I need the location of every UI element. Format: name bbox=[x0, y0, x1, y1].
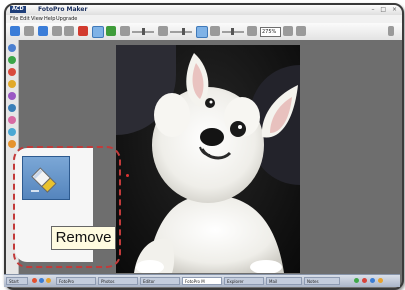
tool-d-icon[interactable] bbox=[8, 80, 16, 88]
minimize-button[interactable]: – bbox=[371, 6, 374, 13]
select-tool-icon[interactable] bbox=[92, 26, 104, 38]
task-item[interactable]: Photos bbox=[98, 277, 138, 285]
quicklaunch-icon-b[interactable] bbox=[39, 278, 44, 283]
undo-icon[interactable] bbox=[52, 26, 62, 36]
hand-icon[interactable] bbox=[296, 26, 306, 36]
fit-icon[interactable] bbox=[283, 26, 293, 36]
redo-icon[interactable] bbox=[64, 26, 74, 36]
zoom-select[interactable]: 275% bbox=[260, 27, 281, 37]
brush-icon[interactable] bbox=[120, 26, 130, 36]
tool-h-icon[interactable] bbox=[8, 128, 16, 136]
new-icon[interactable] bbox=[10, 26, 20, 36]
tray-icon-d[interactable] bbox=[378, 278, 383, 283]
tool-e-icon[interactable] bbox=[8, 92, 16, 100]
dog-illustration bbox=[134, 53, 298, 273]
quicklaunch-icon-c[interactable] bbox=[46, 278, 51, 283]
window-controls: – □ × bbox=[367, 5, 397, 15]
menu-file[interactable]: File bbox=[10, 15, 18, 23]
toolbar: 275% bbox=[6, 23, 402, 41]
magnify-tool-icon[interactable] bbox=[196, 26, 208, 38]
highlight-callout bbox=[13, 146, 121, 268]
start-button[interactable]: Start bbox=[6, 277, 28, 285]
tool-g-icon[interactable] bbox=[8, 116, 16, 124]
app-title: FotoPro Maker bbox=[38, 6, 88, 13]
zoom-slider[interactable] bbox=[222, 28, 244, 35]
brush-size-slider[interactable] bbox=[132, 28, 154, 35]
tool-f-icon[interactable] bbox=[8, 104, 16, 112]
brush-size-knob[interactable] bbox=[142, 28, 145, 35]
taskbar: Start FotoPro Photos Editor FotoPro M Ex… bbox=[4, 274, 400, 287]
tool-a-icon[interactable] bbox=[8, 44, 16, 52]
menu-upgrade[interactable]: Upgrade bbox=[56, 15, 77, 23]
tray-icon-a[interactable] bbox=[354, 278, 359, 283]
close-button[interactable]: × bbox=[392, 6, 397, 13]
quicklaunch-icon-a[interactable] bbox=[32, 278, 37, 283]
zoom-knob[interactable] bbox=[231, 28, 234, 35]
tray-icon-b[interactable] bbox=[362, 278, 367, 283]
task-item[interactable]: FotoPro bbox=[56, 277, 96, 285]
app-logo: ACD bbox=[10, 6, 26, 13]
cursor-marker bbox=[126, 174, 129, 177]
menu-view[interactable]: View bbox=[31, 15, 43, 23]
tool-c-icon[interactable] bbox=[8, 68, 16, 76]
tool-i-icon[interactable] bbox=[8, 140, 16, 148]
task-item[interactable]: Editor bbox=[140, 277, 180, 285]
hardness-slider[interactable] bbox=[170, 28, 192, 35]
tray-icon-c[interactable] bbox=[370, 278, 375, 283]
task-item[interactable]: Mail bbox=[266, 277, 302, 285]
menu-edit[interactable]: Edit bbox=[20, 15, 30, 23]
options-icon[interactable] bbox=[388, 26, 394, 36]
task-item[interactable]: Explorer bbox=[224, 277, 264, 285]
zoom-out-icon[interactable] bbox=[247, 26, 257, 36]
task-item[interactable]: Notes bbox=[304, 277, 340, 285]
tool-b-icon[interactable] bbox=[8, 56, 16, 64]
dog-photo[interactable] bbox=[116, 45, 300, 273]
zoom-icon[interactable] bbox=[210, 26, 220, 36]
hardness-knob[interactable] bbox=[182, 28, 185, 35]
task-item-active[interactable]: FotoPro M bbox=[182, 277, 222, 285]
save-icon[interactable] bbox=[38, 26, 48, 36]
menu-help[interactable]: Help bbox=[44, 15, 55, 23]
move-tool-icon[interactable] bbox=[106, 26, 116, 36]
pencil-icon[interactable] bbox=[158, 26, 168, 36]
open-icon[interactable] bbox=[24, 26, 34, 36]
remove-icon[interactable] bbox=[78, 26, 88, 36]
maximize-button[interactable]: □ bbox=[380, 6, 386, 13]
